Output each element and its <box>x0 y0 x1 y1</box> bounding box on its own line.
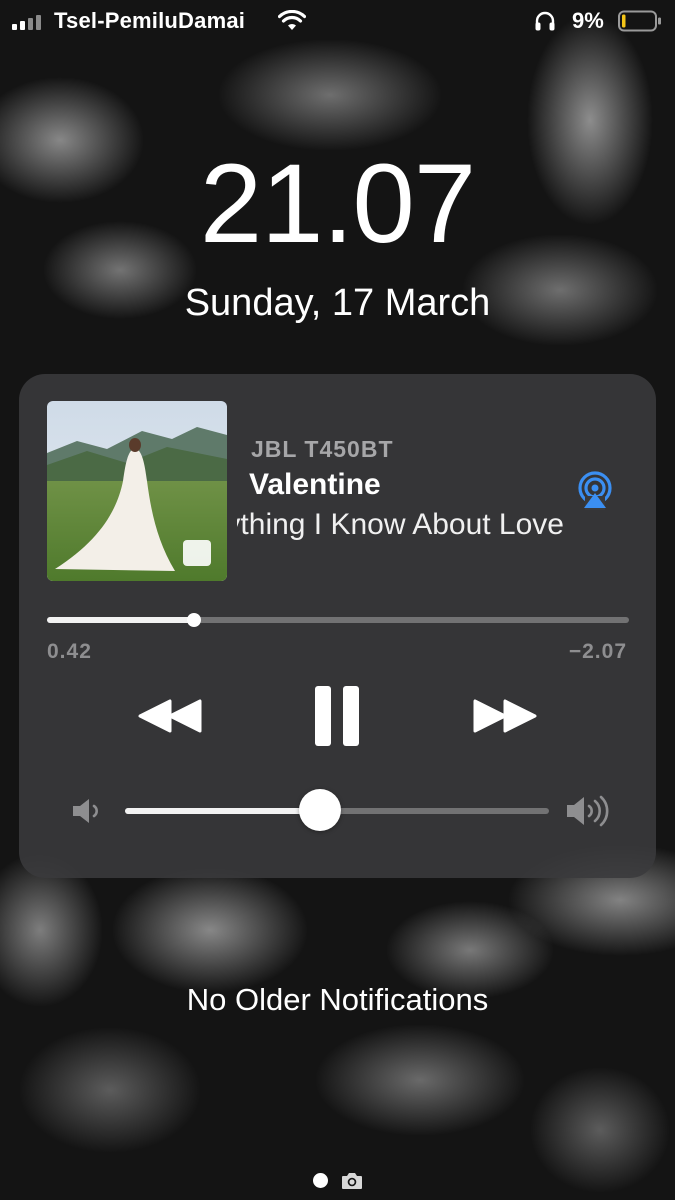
fast-forward-icon[interactable] <box>471 696 539 736</box>
volume-low-icon <box>73 799 98 823</box>
pause-icon[interactable] <box>313 685 361 747</box>
airplay-icon[interactable] <box>575 470 615 510</box>
no-older-notifications: No Older Notifications <box>186 982 489 1017</box>
album-title-marquee: Everything I Know About Love <box>237 508 564 548</box>
battery-percentage: 9% <box>572 8 604 33</box>
output-device-label: JBL T450BT <box>251 436 394 462</box>
rewind-icon[interactable] <box>136 696 204 736</box>
battery-icon <box>618 10 661 32</box>
playback-progress <box>47 617 194 623</box>
status-bar: Tsel-PemiluDamai 9% <box>0 0 675 44</box>
volume-level <box>125 808 321 814</box>
headphones-icon <box>535 11 555 31</box>
signal-icon <box>12 15 41 30</box>
lock-screen-date: Sunday, 17 March <box>184 282 491 324</box>
carrier-name: Tsel-PemiluDamai <box>54 8 246 33</box>
page-dot <box>313 1173 328 1188</box>
camera-icon[interactable] <box>341 1171 363 1190</box>
volume-high-icon <box>567 795 609 827</box>
elapsed-time: 0.42 <box>47 640 92 663</box>
wifi-icon <box>278 10 306 30</box>
remaining-time: −2.07 <box>568 640 627 663</box>
playback-scrubber-handle[interactable] <box>186 613 201 627</box>
volume-slider[interactable] <box>125 789 549 831</box>
album-artwork[interactable] <box>47 401 227 581</box>
track-title: Valentine <box>249 468 381 501</box>
now-playing-widget: JBL T450BT Valentine Everything I Know A… <box>19 374 656 878</box>
lock-screen-time: 21.07 <box>199 141 476 266</box>
album-title: Everything I Know About Love <box>237 508 564 541</box>
volume-slider-handle[interactable] <box>299 789 342 831</box>
playback-scrubber[interactable] <box>47 613 629 627</box>
